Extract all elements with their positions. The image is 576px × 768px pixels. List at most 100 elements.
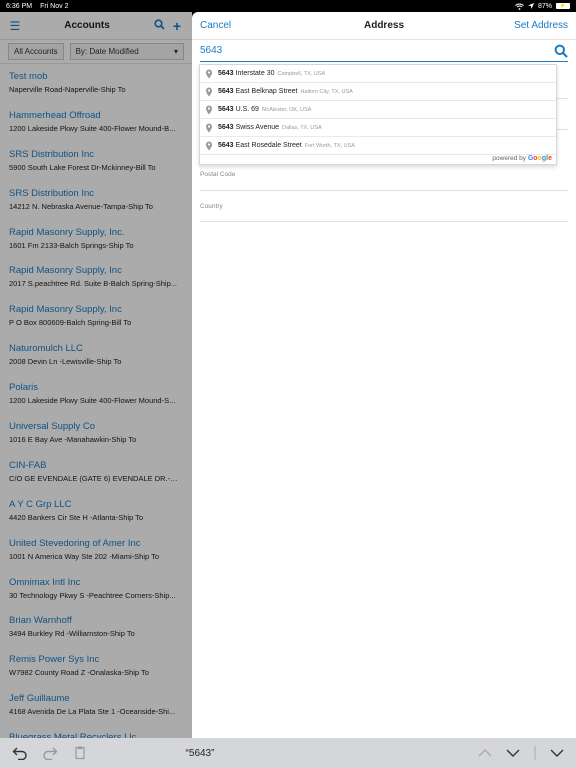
google-logo-letter: e [548,155,552,162]
account-list-item[interactable]: CIN-FAB C/O GE EVENDALE (GATE 6) EVENDALE… [0,453,192,492]
menu-icon[interactable]: ☰ [6,19,24,33]
account-list-item[interactable]: SRS Distribution Inc 14212 N. Nebraska Av… [0,181,192,220]
account-list-item[interactable]: Omnimax Intl Inc 30 Technology Pkwy S -Pe… [0,570,192,609]
account-address: C/O GE EVENDALE (GATE 6) EVENDALE DR.-CI… [9,473,183,483]
sort-label: By: Date Modified [75,47,139,56]
chevron-down-icon: ▾ [173,47,178,56]
account-list-item[interactable]: Naturomulch LLC 2008 Devin Ln -Lewisville… [0,336,192,375]
address-suggestion[interactable]: 5643 Interstate 30 Campbell, TX, USA [200,65,556,83]
account-address: 1200 Lakeside Pkwy Suite 400-Flower Moun… [9,396,176,406]
suggestion-city: Fort Worth, TX, USA [304,142,355,149]
account-address: 2008 Devin Ln -Lewisville-Ship To [9,357,122,367]
suggestion-city: Dallas, TX, USA [282,124,322,131]
account-name: Omnimax Intl Inc [9,576,81,588]
account-list-item[interactable]: Rapid Masonry Supply, Inc. 1601 Fm 2133-B… [0,220,192,259]
chevron-up-icon[interactable] [478,748,492,758]
account-list-item[interactable]: A Y C Grp LLC 4420 Bankers Cir Ste H -Atl… [0,492,192,531]
account-list-item[interactable]: Remis Power Sys Inc W7982 County Road Z -… [0,647,192,686]
set-address-button[interactable]: Set Address [514,20,568,31]
sort-dropdown[interactable]: By: Date Modified ▾ [69,43,184,60]
status-bar: 6:36 PM Fri Nov 2 87% ⚡ [0,0,576,12]
account-list-item[interactable]: SRS Distribution Inc 5900 South Lake Fore… [0,142,192,181]
text-suggestion[interactable]: “5643” [0,748,400,759]
status-right: 87% ⚡ [515,3,570,10]
account-name: Jeff Guillaume [9,693,70,705]
suggestion-street: Interstate 30 [235,70,275,77]
account-name: Remis Power Sys Inc [9,654,100,666]
account-list-item[interactable]: Test mob Naperville Road-Naperville-Ship … [0,64,192,103]
suggestion-city: Haltom City, TX, USA [300,88,353,95]
accounts-header: ☰ Accounts + [0,12,192,40]
account-list-item[interactable]: Jeff Guillaume 4168 Avenida De La Plata S… [0,686,192,725]
location-pin-icon [206,141,212,150]
dismiss-keyboard-divider-icon [534,746,536,760]
location-pin-icon [206,69,212,78]
account-address: W7982 County Road Z -Onalaska-Ship To [9,668,149,678]
account-list-item[interactable]: Bluegrass Metal Recyclers Llc [0,725,192,738]
country-field[interactable]: Country [200,195,568,222]
address-search-input[interactable] [200,45,554,56]
chevron-down-icon[interactable] [550,748,564,758]
account-address: 4420 Bankers Cir Ste H -Atlanta-Ship To [9,512,144,522]
suggestion-street: Swiss Avenue [235,124,280,131]
google-logo: Google [528,155,552,162]
status-date: Fri Nov 2 [40,2,69,10]
account-list-item[interactable]: United Stevedoring of Amer Inc 1001 N Ame… [0,531,192,570]
suggestion-number: 5643 [218,70,234,77]
address-suggestion[interactable]: 5643 East Belknap Street Haltom City, TX, … [200,83,556,101]
suggestion-city: McAlester, OK, USA [261,106,312,113]
toolbar-right [478,746,564,760]
account-address: 3494 Burkley Rd -Williamston-Ship To [9,629,135,639]
cancel-button[interactable]: Cancel [200,20,231,31]
account-list-item[interactable]: Rapid Masonry Supply, Inc P O Box 800609-… [0,297,192,336]
battery-percent: 87% [537,2,552,10]
suggestion-number: 5643 [218,88,234,95]
account-list-item[interactable]: Polaris 1200 Lakeside Pkwy Suite 400-Flow… [0,375,192,414]
accounts-list: Test mob Naperville Road-Naperville-Ship … [0,64,192,738]
wifi-icon [515,3,524,10]
suggestion-city: Campbell, TX, USA [277,70,326,77]
accounts-pane: ☰ Accounts + All Accounts By: Date Modif… [0,12,192,738]
postal-code-label: Postal Code [200,171,236,178]
account-name: Universal Supply Co [9,421,96,433]
suggestion-street: East Rosedale Street [235,142,302,149]
all-accounts-filter[interactable]: All Accounts [8,43,64,60]
location-pin-icon [206,105,212,114]
account-name: United Stevedoring of Amer Inc [9,537,141,549]
search-icon[interactable] [554,44,568,58]
account-address: 1200 Lakeside Pkwy Suite 400-Flower Moun… [9,123,176,133]
address-suggestions-dropdown: 5643 Interstate 30 Campbell, TX, USA 5643 Ea… [199,64,557,165]
location-arrow-icon [527,3,534,9]
address-suggestion[interactable]: 5643 Swiss Avenue Dallas, TX, USA [200,119,556,137]
address-header: Cancel Address Set Address [192,12,576,40]
account-address: 5900 South Lake Forest Dr-Mckinney-Bill … [9,162,156,172]
suggestion-street: U.S. 69 [235,106,259,113]
powered-by-google: powered by Google [492,155,552,162]
account-list-item[interactable]: Hammerhead Offroad 1200 Lakeside Pkwy Sui… [0,103,192,142]
account-name: Rapid Masonry Supply, Inc [9,304,122,316]
suggestion-number: 5643 [218,124,234,131]
postal-code-field[interactable]: Postal Code [200,163,568,191]
accounts-title: Accounts [64,20,110,31]
address-suggestion[interactable]: 5643 U.S. 69 McAlester, OK, USA [200,101,556,119]
chevron-down-icon[interactable] [506,748,520,758]
account-name: Naturomulch LLC [9,343,83,355]
account-list-item[interactable]: Universal Supply Co 1016 E Bay Ave -Manah… [0,414,192,453]
account-name: Hammerhead Offroad [9,109,101,121]
account-list-item[interactable]: Rapid Masonry Supply, Inc 2017 S.peachtre… [0,258,192,297]
account-list-item[interactable]: Brian Warnhoff 3494 Burkley Rd -Williamst… [0,608,192,647]
account-name: Polaris [9,382,39,394]
keyboard-toolbar: “5643” [0,738,576,768]
country-label: Country [200,203,223,210]
address-search-row [200,40,568,62]
search-icon[interactable] [150,18,168,33]
location-pin-icon [206,87,212,96]
account-address: 30 Technology Pkwy S -Peachtree Corners-… [9,590,176,600]
account-name: Test mob [9,71,48,82]
add-icon[interactable]: + [168,18,186,34]
account-address: 1601 Fm 2133-Balch Springs-Ship To [9,240,134,250]
account-address: 4168 Avenida De La Plata Ste 1 -Oceansid… [9,707,176,717]
account-address: 1001 N America Way Ste 202 -Miami-Ship T… [9,551,160,561]
address-suggestion[interactable]: 5643 East Rosedale Street Fort Worth, TX, … [200,137,556,155]
account-name: Brian Warnhoff [9,615,72,627]
